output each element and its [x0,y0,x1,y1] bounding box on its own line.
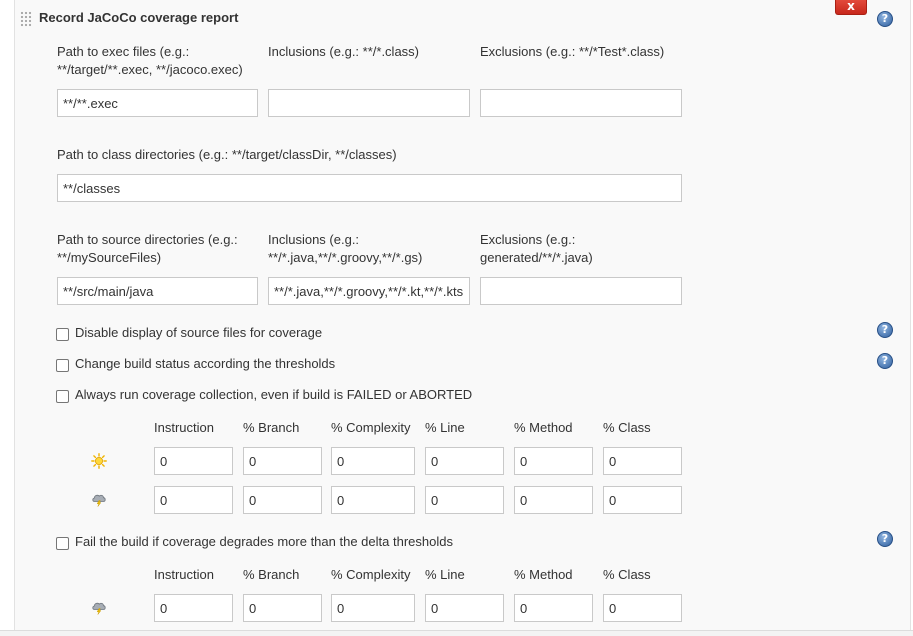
change-build-status-checkbox[interactable] [56,359,69,372]
healthy-instruction-input[interactable] [154,447,233,475]
threshold-header-complexity: % Complexity [331,420,411,435]
unhealthy-line-input[interactable] [425,486,504,514]
fail-on-delta-checkbox[interactable] [56,537,69,550]
exec-path-label: Path to exec files (e.g.: **/target/**.e… [57,44,243,77]
unhealthy-method-input[interactable] [514,486,593,514]
help-icon[interactable]: ? [877,322,893,338]
delta-method-input[interactable] [514,594,593,622]
unhealthy-branch-input[interactable] [243,486,322,514]
source-path-label: Path to source directories (e.g.: **/myS… [57,232,238,265]
unhealthy-instruction-input[interactable] [154,486,233,514]
source-exclusions-label: Exclusions (e.g.: generated/**/*.java) [480,232,593,265]
help-icon[interactable]: ? [877,353,893,369]
delta-header-class: % Class [603,567,651,582]
always-run-checkbox[interactable] [56,390,69,403]
exec-exclusions-label: Exclusions (e.g.: **/*Test*.class) [480,44,665,59]
healthy-complexity-input[interactable] [331,447,415,475]
change-build-status-label: Change build status according the thresh… [75,356,336,371]
healthy-class-input[interactable] [603,447,682,475]
source-exclusions-input[interactable] [480,277,682,305]
threshold-header-line: % Line [425,420,465,435]
fail-on-delta-label: Fail the build if coverage degrades more… [75,534,453,549]
healthy-line-input[interactable] [425,447,504,475]
drag-handle-icon[interactable] [20,11,32,27]
delta-line-input[interactable] [425,594,504,622]
help-icon[interactable]: ? [877,531,893,547]
exec-inclusions-input[interactable] [268,89,470,117]
exec-inclusions-label: Inclusions (e.g.: **/*.class) [268,44,420,59]
delta-header-instruction: Instruction [154,567,214,582]
disable-source-display-checkbox[interactable] [56,328,69,341]
class-dirs-input[interactable] [57,174,682,202]
threshold-header-class: % Class [603,420,651,435]
delta-header-method: % Method [514,567,573,582]
source-inclusions-label: Inclusions (e.g.: **/*.java,**/*.groovy,… [268,232,423,265]
healthy-method-input[interactable] [514,447,593,475]
threshold-header-instruction: Instruction [154,420,214,435]
delta-class-input[interactable] [603,594,682,622]
delta-header-complexity: % Complexity [331,567,411,582]
class-dirs-label: Path to class directories (e.g.: **/targ… [57,147,397,162]
threshold-header-branch: % Branch [243,420,300,435]
always-run-label: Always run coverage collection, even if … [75,387,473,402]
exec-path-input[interactable] [57,89,258,117]
disable-source-display-label: Disable display of source files for cove… [75,325,323,340]
help-icon[interactable]: ? [877,11,893,27]
healthy-branch-input[interactable] [243,447,322,475]
sun-icon [91,453,107,469]
exec-exclusions-input[interactable] [480,89,682,117]
delta-instruction-input[interactable] [154,594,233,622]
panel-bottom-edge [0,630,913,636]
delete-step-button[interactable]: x [835,0,867,15]
threshold-header-method: % Method [514,420,573,435]
storm-icon [92,602,106,615]
delta-header-line: % Line [425,567,465,582]
delta-complexity-input[interactable] [331,594,415,622]
section-title: Record JaCoCo coverage report [39,10,239,25]
storm-icon [92,494,106,507]
delta-header-branch: % Branch [243,567,300,582]
unhealthy-class-input[interactable] [603,486,682,514]
delta-branch-input[interactable] [243,594,322,622]
source-inclusions-input[interactable] [268,277,470,305]
source-path-input[interactable] [57,277,258,305]
unhealthy-complexity-input[interactable] [331,486,415,514]
